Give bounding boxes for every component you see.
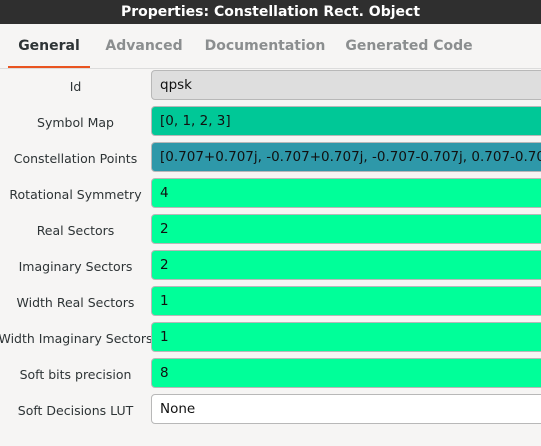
field-label-soft-decisions-lut: Soft Decisions LUT xyxy=(17,402,134,418)
field-input-id[interactable]: qpsk xyxy=(151,70,541,100)
field-label-imaginary-sectors: Imaginary Sectors xyxy=(18,258,133,274)
field-input-constellation-points[interactable]: [0.707+0.707j, -0.707+0.707j, -0.707-0.7… xyxy=(151,142,541,172)
field-row-width-imaginary-sectors: Width Imaginary Sectors 1 xyxy=(0,320,541,356)
window-titlebar: Properties: Constellation Rect. Object xyxy=(0,0,541,24)
field-label-soft-bits-precision: Soft bits precision xyxy=(19,366,132,382)
field-label-rotational-symmetry: Rotational Symmetry xyxy=(9,186,142,202)
field-row-symbol-map: Symbol Map [0, 1, 2, 3] xyxy=(0,104,541,140)
window-title: Properties: Constellation Rect. Object xyxy=(120,4,421,20)
field-input-soft-decisions-lut[interactable]: None xyxy=(151,394,541,424)
field-row-rotational-symmetry: Rotational Symmetry 4 xyxy=(0,176,541,212)
field-input-imaginary-sectors[interactable]: 2 xyxy=(151,250,541,280)
field-input-width-real-sectors[interactable]: 1 xyxy=(151,286,541,316)
field-label-constellation-points: Constellation Points xyxy=(13,150,138,166)
field-row-soft-decisions-lut: Soft Decisions LUT None xyxy=(0,392,541,428)
field-row-constellation-points: Constellation Points [0.707+0.707j, -0.7… xyxy=(0,140,541,176)
field-label-real-sectors: Real Sectors xyxy=(36,222,115,238)
tab-general-label: General xyxy=(18,38,80,54)
tab-documentation-label: Documentation xyxy=(204,38,326,54)
field-row-soft-bits-precision: Soft bits precision 8 xyxy=(0,356,541,392)
field-input-real-sectors[interactable]: 2 xyxy=(151,214,541,244)
field-row-real-sectors: Real Sectors 2 xyxy=(0,212,541,248)
field-label-width-imaginary-sectors: Width Imaginary Sectors xyxy=(0,330,153,346)
tab-bar: General Advanced Documentation Generated… xyxy=(0,24,541,69)
field-input-rotational-symmetry[interactable]: 4 xyxy=(151,178,541,208)
field-label-width-real-sectors: Width Real Sectors xyxy=(16,294,135,310)
tab-advanced[interactable]: Advanced xyxy=(98,24,190,68)
tab-advanced-label: Advanced xyxy=(105,38,183,54)
tab-documentation[interactable]: Documentation xyxy=(200,24,330,68)
field-row-imaginary-sectors: Imaginary Sectors 2 xyxy=(0,248,541,284)
field-label-id: Id xyxy=(69,78,82,94)
tab-generated-code[interactable]: Generated Code xyxy=(340,24,478,68)
tab-generated-code-label: Generated Code xyxy=(345,38,473,54)
field-input-symbol-map[interactable]: [0, 1, 2, 3] xyxy=(151,106,541,136)
properties-form: Id qpsk Symbol Map [0, 1, 2, 3] Constell… xyxy=(0,68,541,446)
field-input-soft-bits-precision[interactable]: 8 xyxy=(151,358,541,388)
field-input-width-imaginary-sectors[interactable]: 1 xyxy=(151,322,541,352)
field-row-width-real-sectors: Width Real Sectors 1 xyxy=(0,284,541,320)
tab-general[interactable]: General xyxy=(8,24,90,68)
field-label-symbol-map: Symbol Map xyxy=(37,114,114,130)
field-row-id: Id qpsk xyxy=(0,68,541,104)
